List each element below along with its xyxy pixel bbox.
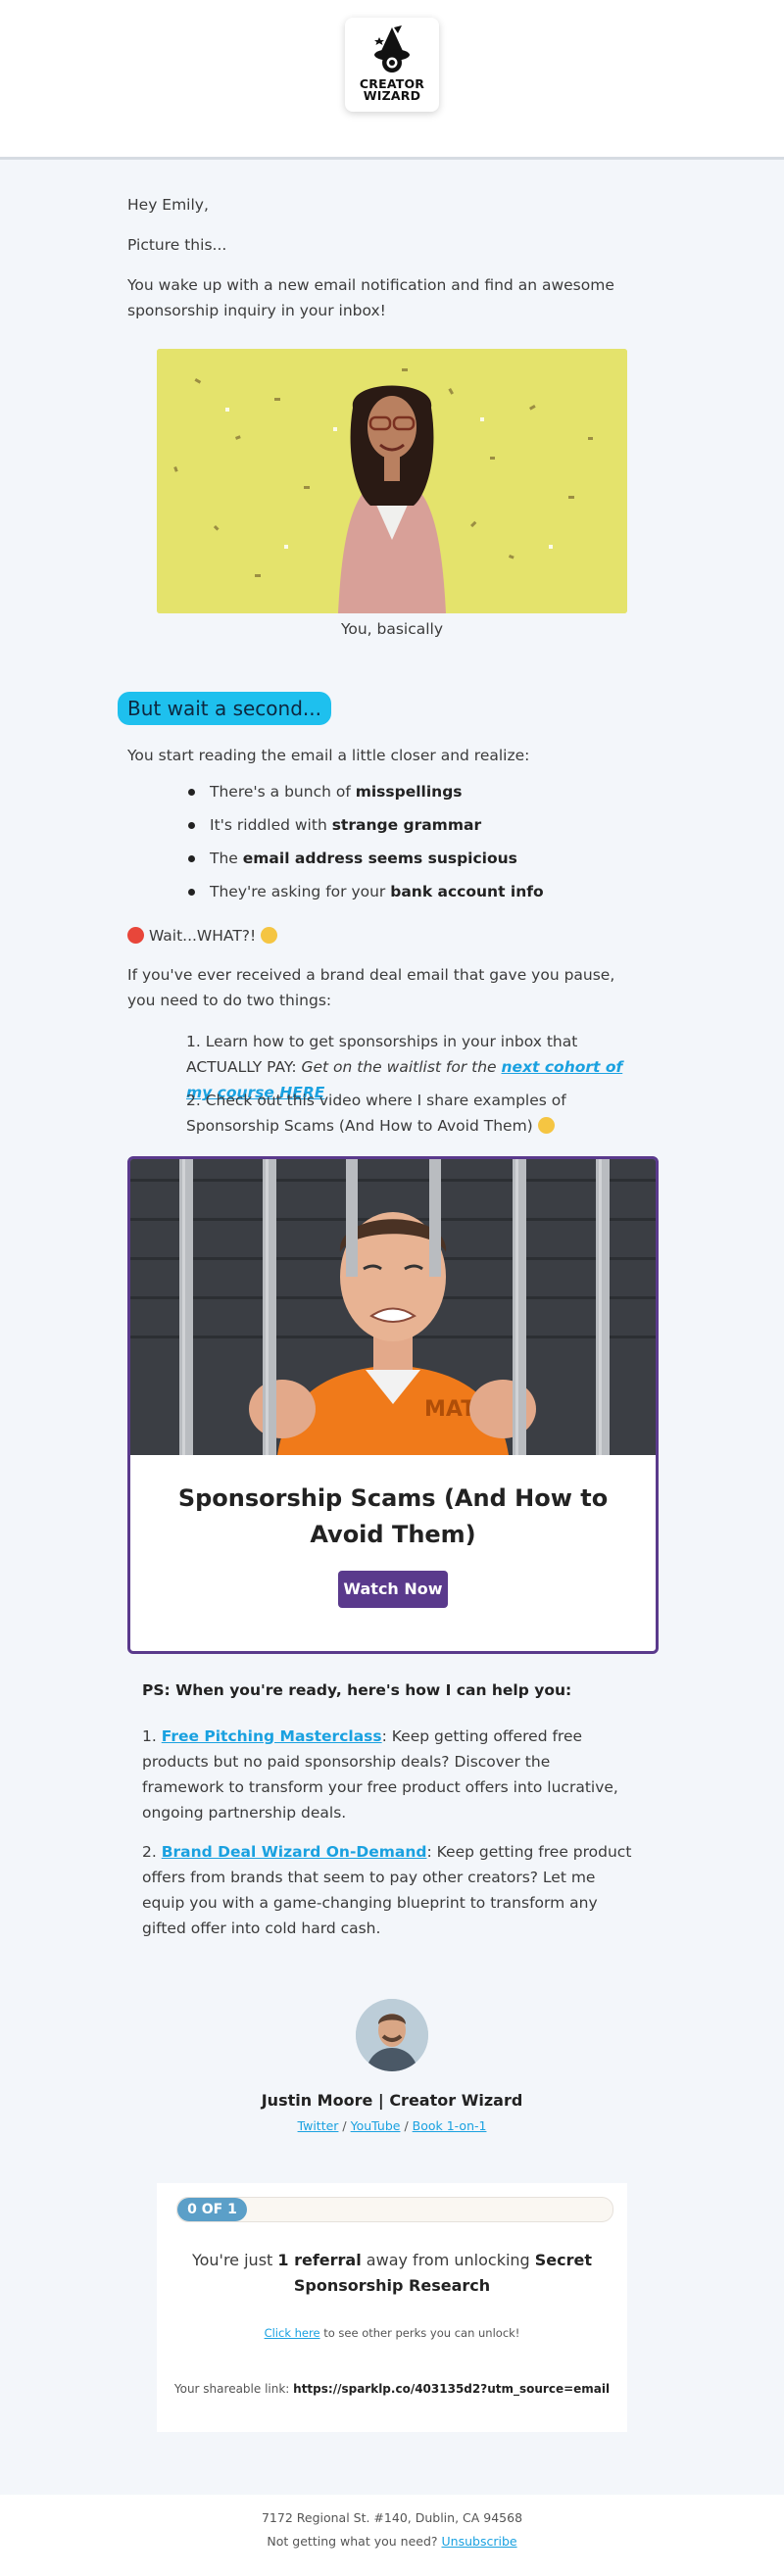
signature-name: Justin Moore | Creator Wizard <box>261 2091 523 2110</box>
free-pitching-masterclass-link[interactable]: Free Pitching Masterclass <box>162 1727 382 1745</box>
referral-perks: Click here to see other perks you can un… <box>264 2326 520 2340</box>
pointing-down-icon <box>537 1117 555 1134</box>
twitter-link[interactable]: Twitter <box>298 2118 339 2133</box>
referral-box: 0 OF 1 You're just 1 referral away from … <box>157 2183 627 2432</box>
shocked-face-icon <box>261 927 278 944</box>
avatar <box>356 1999 428 2071</box>
shareable-link: Your shareable link: https://sparklp.co/… <box>173 2382 611 2396</box>
footer-unsubscribe-line: Not getting what you need? Unsubscribe <box>267 2534 517 2549</box>
list-item: The email address seems suspicious <box>186 846 637 879</box>
footer-address: 7172 Regional St. #140, Dublin, CA 94568 <box>261 2510 523 2525</box>
video-card[interactable]: MATE Sponsorship Scams (And How to Avoid… <box>127 1156 659 1654</box>
greeting: Hey Emily, <box>127 196 209 214</box>
logo-text-line2: WIZARD <box>363 88 421 103</box>
brand-deal-wizard-link[interactable]: Brand Deal Wizard On-Demand <box>162 1843 427 1861</box>
intro-line-2: You wake up with a new email notificatio… <box>127 276 614 319</box>
creator-wizard-logo[interactable]: CREATOR WIZARD <box>345 18 439 112</box>
siren-icon <box>127 927 144 944</box>
email-header: CREATOR WIZARD <box>0 0 784 160</box>
image-caption: You, basically <box>340 620 444 638</box>
ps-item-2: 2. Brand Deal Wizard On-Demand: Keep get… <box>142 1843 632 1937</box>
video-title: Sponsorship Scams (And How to Avoid Them… <box>177 1484 609 1548</box>
click-here-link[interactable]: Click here <box>265 2326 320 2340</box>
wait-text: Wait...WHAT?! <box>148 927 257 945</box>
wizard-hat-icon <box>374 25 410 73</box>
ps-item-1: 1. Free Pitching Masterclass: Keep getti… <box>142 1727 618 1822</box>
list-item: They're asking for your bank account inf… <box>186 879 637 912</box>
email-footer: 7172 Regional St. #140, Dublin, CA 94568… <box>0 2495 784 2576</box>
referral-progress-fill: 0 OF 1 <box>177 2198 247 2221</box>
ps-heading: PS: When you're ready, here's how I can … <box>142 1681 572 1699</box>
red-flags-list: There's a bunch of misspellings It's rid… <box>186 779 637 912</box>
list-item: There's a bunch of misspellings <box>186 779 637 812</box>
celebration-gif <box>157 349 627 613</box>
highlight-heading: But wait a second... <box>118 692 331 725</box>
watch-now-button[interactable]: Watch Now <box>338 1571 448 1608</box>
section-lead: You start reading the email a little clo… <box>127 747 530 764</box>
if-paragraph: If you've ever received a brand deal ema… <box>127 966 615 1009</box>
share-url[interactable]: https://sparklp.co/403135d2?utm_source=e… <box>293 2382 610 2396</box>
step-2: 2. Check out this video where I share ex… <box>186 1092 566 1135</box>
signature-links: Twitter / YouTube / Book 1-on-1 <box>297 2118 487 2133</box>
intro-line-1: Picture this... <box>127 236 227 254</box>
book-1on1-link[interactable]: Book 1-on-1 <box>413 2118 487 2133</box>
wait-what-line: Wait...WHAT?! <box>127 923 278 948</box>
referral-message: You're just 1 referral away from unlocki… <box>191 2251 593 2295</box>
unsubscribe-link[interactable]: Unsubscribe <box>442 2534 517 2549</box>
youtube-link[interactable]: YouTube <box>351 2118 401 2133</box>
video-thumbnail[interactable]: MATE <box>130 1159 656 1455</box>
list-item: It's riddled with strange grammar <box>186 812 637 846</box>
referral-progress-bar: 0 OF 1 <box>176 2197 613 2222</box>
